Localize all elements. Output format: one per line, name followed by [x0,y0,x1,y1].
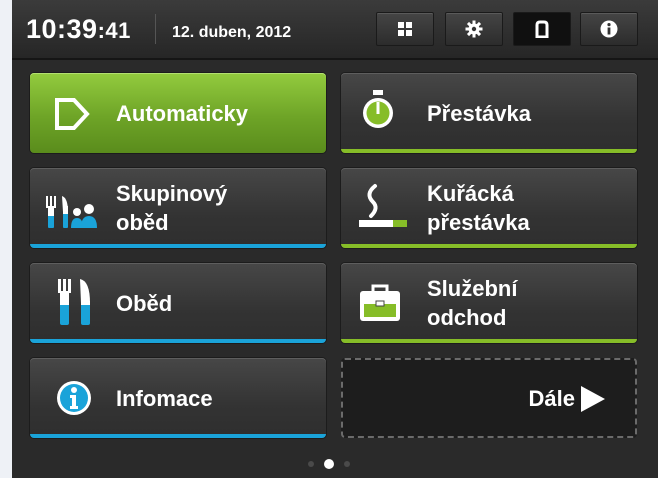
cutlery-icon [58,279,90,325]
kuracka-prestavka-button[interactable]: Kuřácká přestávka [341,168,637,248]
tile-label-line1: Kuřácká [427,181,514,206]
info-circle-icon [57,381,91,415]
tile-label: Oběd [116,291,173,316]
door-icon [535,20,549,38]
date-label: 12. duben, 2012 [172,24,292,41]
gear-icon [465,20,483,38]
settings-button[interactable] [445,12,503,46]
page-dot[interactable] [344,461,350,467]
accent-bar [30,434,326,438]
tile-label: Infomace [116,386,213,411]
tile-label: Automaticky [116,101,249,126]
top-bar: 10:39:41 12. duben, 2012 [12,0,658,60]
play-arrow-icon [581,386,605,412]
infomace-button[interactable]: Infomace [30,358,326,438]
skupinovy-obed-button[interactable]: Skupinový oběd [30,168,326,248]
clock-seconds: :41 [97,18,131,43]
tile-label-line2: odchod [427,305,507,330]
accent-bar [30,339,326,343]
door-button[interactable] [513,12,571,46]
dale-button[interactable]: Dále [341,358,637,438]
info-button[interactable] [580,12,638,46]
clock-hours-minutes: 10:39 [26,14,98,44]
accent-bar [341,339,637,343]
tile-label-line1: Skupinový [116,181,228,206]
tile-label-line2: oběd [116,210,169,235]
cigarette-icon [359,184,407,227]
grid-icon [398,22,412,36]
tile-label: Dále [528,386,575,411]
page-dot[interactable] [308,461,314,467]
prestavka-button[interactable]: Přestávka [341,73,637,153]
group-lunch-icon [46,196,97,228]
stopwatch-icon [363,90,393,128]
tile-label-line1: Služební [427,276,518,301]
accent-bar [30,244,326,248]
automaticky-button[interactable]: Automaticky [30,73,326,153]
clock: 10:39:41 [26,14,131,45]
briefcase-icon [360,284,400,321]
tile-label: Přestávka [427,101,531,126]
divider [155,14,156,44]
accent-bar [341,149,637,153]
tile-label-line2: přestávka [427,210,530,235]
obed-button[interactable]: Oběd [30,263,326,343]
auto-arrow-icon [55,98,90,130]
info-icon [600,20,618,38]
accent-bar [341,244,637,248]
sluzebni-odchod-button[interactable]: Služební odchod [341,263,637,343]
menu-button[interactable] [376,12,434,46]
kiosk-screen: 10:39:41 12. duben, 2012 Automaticky Pře… [12,0,658,478]
page-dot-active[interactable] [324,459,334,469]
